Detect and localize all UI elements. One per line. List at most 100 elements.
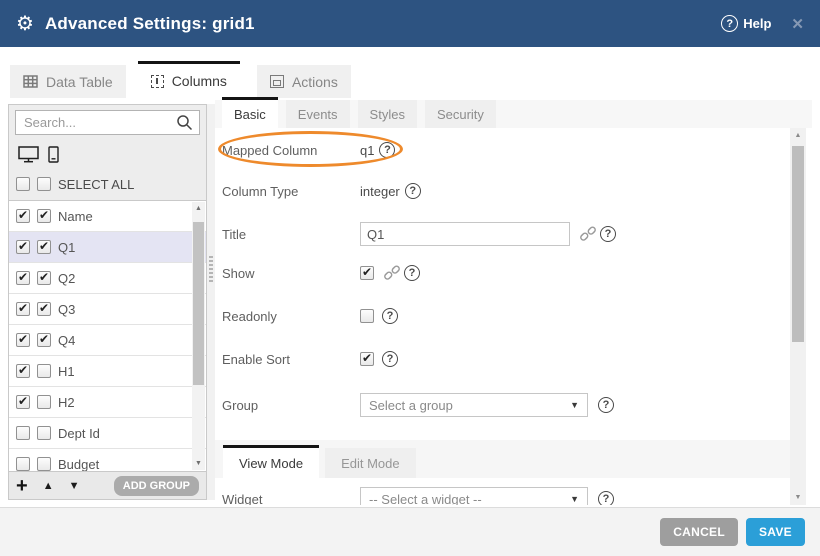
mobile-checkbox[interactable] (37, 395, 51, 409)
tab-security[interactable]: Security (425, 100, 496, 128)
question-icon[interactable]: ? (405, 183, 421, 199)
main-tabbar: Data Table Columns Actions (10, 61, 351, 98)
mobile-checkbox[interactable] (37, 302, 51, 316)
mobile-checkbox[interactable] (37, 457, 51, 471)
device-toggle-row (9, 140, 206, 168)
show-checkbox[interactable] (360, 266, 374, 280)
search-input[interactable] (15, 110, 200, 135)
tab-edit-mode[interactable]: Edit Mode (325, 448, 416, 478)
scroll-down-icon[interactable]: ▼ (790, 494, 806, 501)
group-select[interactable]: Select a group ▼ (360, 393, 588, 417)
field-label: Enable Sort (222, 352, 360, 367)
select-all-row: SELECT ALL (9, 168, 206, 200)
detail-tabbar: Basic Events Styles Security (215, 100, 812, 128)
desktop-checkbox[interactable] (16, 302, 30, 316)
desktop-checkbox[interactable] (16, 426, 30, 440)
field-label: Widget (222, 492, 360, 506)
advanced-settings-dialog: ⚙ Advanced Settings: grid1 ? Help ✕ Data… (0, 0, 820, 556)
add-column-button[interactable]: + (16, 476, 28, 496)
column-label: Q1 (58, 240, 75, 255)
column-row[interactable]: Dept Id (9, 418, 206, 449)
show-row: Show ? (222, 262, 782, 284)
column-type-value: integer (360, 184, 400, 199)
desktop-checkbox[interactable] (16, 240, 30, 254)
tab-actions[interactable]: Actions (257, 65, 351, 98)
desktop-icon[interactable] (18, 146, 39, 163)
enable-sort-checkbox[interactable] (360, 352, 374, 366)
mobile-checkbox[interactable] (37, 240, 51, 254)
tab-view-mode[interactable]: View Mode (223, 445, 319, 478)
mobile-icon[interactable] (48, 146, 59, 163)
desktop-checkbox[interactable] (16, 209, 30, 223)
column-row[interactable]: Budget (9, 449, 206, 471)
link-icon[interactable] (579, 225, 597, 243)
widget-select[interactable]: -- Select a widget -- ▼ (360, 487, 588, 505)
question-icon[interactable]: ? (382, 351, 398, 367)
add-group-button[interactable]: ADD GROUP (114, 476, 199, 496)
mobile-checkbox[interactable] (37, 364, 51, 378)
panel-splitter[interactable] (207, 104, 215, 500)
panel-scrollbar[interactable]: ▲ ▼ (790, 128, 806, 505)
tab-data-table[interactable]: Data Table (10, 65, 126, 98)
desktop-checkbox[interactable] (16, 395, 30, 409)
scroll-down-icon[interactable]: ▼ (192, 460, 205, 467)
question-icon[interactable]: ? (598, 491, 614, 505)
column-row[interactable]: Name (9, 201, 206, 232)
question-icon[interactable]: ? (600, 226, 616, 242)
column-label: H1 (58, 364, 75, 379)
mobile-checkbox[interactable] (37, 333, 51, 347)
tab-columns[interactable]: Columns (138, 61, 240, 98)
select-all-mobile-checkbox[interactable] (37, 177, 51, 191)
select-all-desktop-checkbox[interactable] (16, 177, 30, 191)
move-down-button[interactable]: ▼ (69, 480, 80, 492)
mobile-checkbox[interactable] (37, 209, 51, 223)
scroll-thumb[interactable] (792, 146, 804, 342)
columns-icon (151, 75, 164, 88)
desktop-checkbox[interactable] (16, 271, 30, 285)
scroll-thumb[interactable] (193, 222, 204, 385)
column-label: Q4 (58, 333, 75, 348)
search-icon (176, 114, 193, 131)
field-label: Title (222, 227, 360, 242)
tab-events[interactable]: Events (286, 100, 350, 128)
cancel-button[interactable]: CANCEL (660, 518, 738, 546)
question-icon[interactable]: ? (598, 397, 614, 413)
tab-label: Basic (234, 107, 266, 122)
desktop-checkbox[interactable] (16, 333, 30, 347)
tab-label: Actions (292, 74, 338, 90)
mode-tabbar: View Mode Edit Mode (215, 440, 790, 478)
tab-styles[interactable]: Styles (358, 100, 417, 128)
scroll-up-icon[interactable]: ▲ (790, 132, 806, 139)
mobile-checkbox[interactable] (37, 426, 51, 440)
group-row: Group Select a group ▼ ? (222, 391, 782, 419)
title-input[interactable] (360, 222, 570, 246)
column-row[interactable]: Q3 (9, 294, 206, 325)
question-icon[interactable]: ? (382, 308, 398, 324)
column-row[interactable]: Q4 (9, 325, 206, 356)
list-toolbar: + ▲ ▼ ADD GROUP (9, 471, 206, 499)
mobile-checkbox[interactable] (37, 271, 51, 285)
list-scrollbar[interactable]: ▲ ▼ (192, 202, 205, 470)
readonly-checkbox[interactable] (360, 309, 374, 323)
save-button[interactable]: SAVE (746, 518, 805, 546)
column-row[interactable]: H2 (9, 387, 206, 418)
tab-label: Data Table (46, 74, 113, 90)
close-icon[interactable]: ✕ (791, 15, 804, 33)
tab-label: Events (298, 107, 338, 122)
mapped-column-value: q1 (360, 143, 374, 158)
readonly-row: Readonly ? (222, 305, 782, 327)
desktop-checkbox[interactable] (16, 457, 30, 471)
detail-panel: Mapped Column q1 ? Column Type integer ?… (215, 128, 812, 505)
desktop-checkbox[interactable] (16, 364, 30, 378)
column-row[interactable]: H1 (9, 356, 206, 387)
move-up-button[interactable]: ▲ (43, 480, 54, 492)
help-icon[interactable]: ? (721, 15, 738, 32)
link-icon[interactable] (383, 264, 401, 282)
scroll-up-icon[interactable]: ▲ (192, 205, 205, 212)
tab-basic[interactable]: Basic (222, 97, 278, 128)
question-icon[interactable]: ? (404, 265, 420, 281)
question-icon[interactable]: ? (379, 142, 395, 158)
column-row[interactable]: Q1 (9, 232, 206, 263)
column-row[interactable]: Q2 (9, 263, 206, 294)
help-link[interactable]: Help (743, 16, 771, 31)
